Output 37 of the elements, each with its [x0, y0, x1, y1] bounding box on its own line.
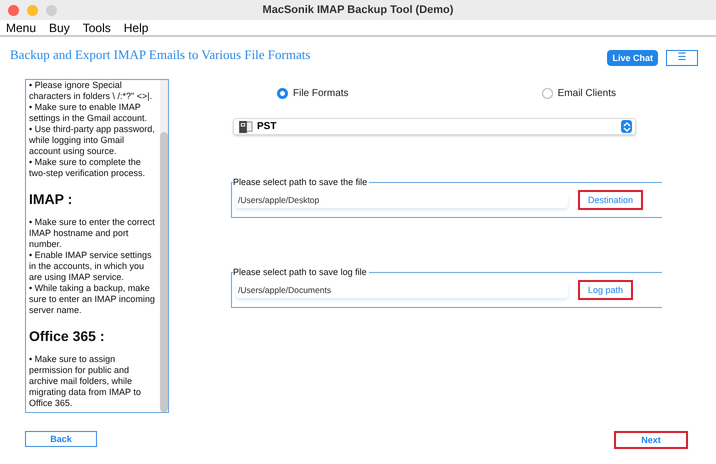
- help-text: • Make sure to complete the two-step verification process.: [29, 157, 146, 179]
- browse-button[interactable]: Destination: [578, 190, 644, 210]
- format-dropdown[interactable]: PST: [233, 118, 636, 135]
- close-button[interactable]: [8, 4, 19, 16]
- help-text: • Enable IMAP service settings in the accounts, in which you are using IMAP service.: [29, 250, 153, 283]
- menu-item[interactable]: Tools: [82, 20, 118, 34]
- group-label: Please select path to save log file: [233, 267, 369, 278]
- window-title: MacSonik IMAP Backup Tool (Demo): [262, 4, 454, 16]
- pst-file-icon: [239, 120, 253, 132]
- help-text: • Use third-party app password, while logging into Gmail account using source.: [29, 124, 156, 157]
- radio-label[interactable]: File Formats: [293, 88, 349, 99]
- help-text: • Please ignore Special characters in folders \ /:*?" <>|.: [29, 80, 154, 102]
- minimize-button[interactable]: [27, 4, 38, 16]
- help-text: • Make sure to enter the correct IMAP hostname and port number.: [29, 217, 156, 250]
- section-heading: Office 365 :: [29, 328, 106, 344]
- zoom-button[interactable]: [46, 4, 57, 16]
- nav-button[interactable]: Back: [25, 431, 97, 447]
- scrollbar[interactable]: [160, 80, 168, 412]
- help-text: • Make sure to enable IMAP settings in the Gmail account.: [29, 102, 148, 124]
- live-chat-button[interactable]: Live Chat: [607, 50, 658, 66]
- path-field[interactable]: /Users/apple/Desktop: [236, 192, 568, 208]
- menu-item[interactable]: Buy: [49, 20, 77, 34]
- radio-button[interactable]: [277, 88, 288, 99]
- app-heading: Backup and Export IMAP Emails to Various File Formats: [10, 47, 310, 63]
- radio-button[interactable]: [542, 88, 553, 99]
- menu-button[interactable]: ☰: [666, 50, 698, 66]
- menu-item[interactable]: Help: [124, 20, 156, 34]
- help-text: • Make sure to assign permission for public and archive mail folders, while migrating data from IMAP to Office 365.: [29, 354, 142, 409]
- dropdown-arrows-icon: [621, 120, 632, 133]
- menu-item[interactable]: Menu: [6, 20, 44, 34]
- nav-button[interactable]: Next: [614, 431, 688, 449]
- browse-button[interactable]: Log path: [578, 280, 634, 300]
- help-text: • While taking a backup, make sure to enter an IMAP incoming server name.: [29, 283, 156, 316]
- path-field[interactable]: /Users/apple/Documents: [236, 282, 568, 298]
- group-label: Please select path to save the file: [233, 177, 370, 188]
- section-heading: IMAP :: [29, 191, 74, 207]
- radio-label[interactable]: Email Clients: [558, 88, 616, 99]
